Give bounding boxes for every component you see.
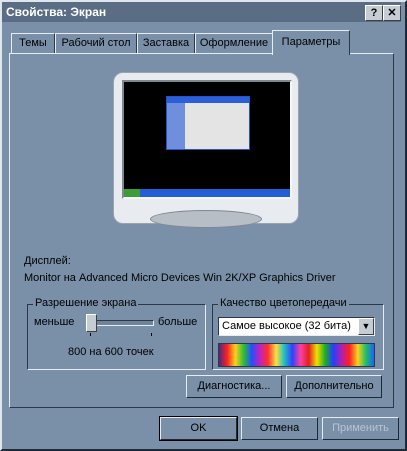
resolution-slider-thumb[interactable] [86, 314, 97, 332]
apply-button[interactable]: Применить [322, 417, 399, 440]
cancel-button[interactable]: Отмена [241, 417, 318, 440]
tab-screensaver[interactable]: Заставка [137, 33, 195, 54]
help-button[interactable]: ? [365, 5, 383, 21]
color-quality-group-title: Качество цветопередачи [218, 297, 349, 309]
display-label: Дисплей: [24, 255, 71, 267]
color-quality-select[interactable]: Самое высокое (32 бита) ▼ [218, 317, 375, 336]
tab-desktop[interactable]: Рабочий стол [55, 33, 137, 54]
resolution-group [27, 304, 206, 370]
display-device-name: Monitor на Advanced Micro Devices Win 2K… [24, 272, 336, 284]
resolution-value: 800 на 600 точек [68, 346, 154, 358]
preview-taskbar [124, 189, 290, 197]
preview-start-button [124, 189, 140, 197]
troubleshoot-button[interactable]: Диагностика... [186, 375, 282, 398]
advanced-button[interactable]: Дополнительно [286, 375, 382, 398]
tab-settings[interactable]: Параметры [272, 30, 350, 55]
tab-appearance[interactable]: Оформление [195, 33, 273, 54]
window-title: Свойства: Экран [6, 5, 107, 19]
monitor-stand [150, 210, 262, 228]
monitor-screen [122, 80, 292, 199]
chevron-down-icon[interactable]: ▼ [358, 318, 374, 335]
close-button[interactable]: ✕ [383, 5, 401, 21]
title-bar[interactable]: Свойства: Экран ? ✕ [2, 2, 401, 22]
ok-button[interactable]: OK [159, 416, 238, 441]
color-quality-selected: Самое высокое (32 бита) [222, 320, 351, 332]
resolution-less-label: меньше [34, 316, 75, 328]
tab-themes[interactable]: Темы [11, 33, 55, 54]
preview-window [166, 96, 250, 150]
resolution-group-title: Разрешение экрана [33, 297, 139, 309]
slider-ticks [90, 333, 152, 336]
color-spectrum-preview [218, 343, 375, 367]
resolution-more-label: больше [158, 316, 198, 328]
